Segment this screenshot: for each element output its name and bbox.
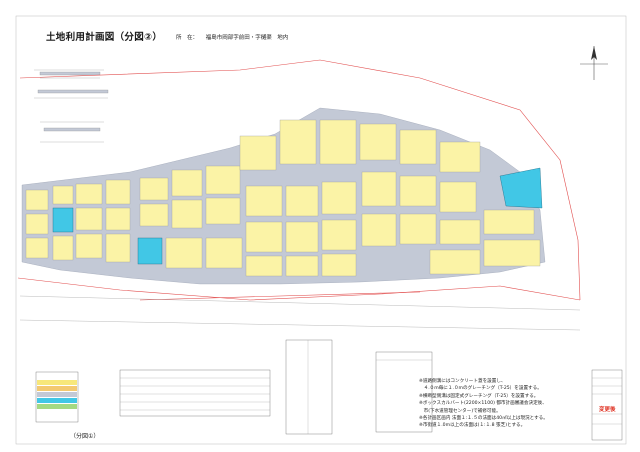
construction-notes: ※道路側溝にはコンクリート蓋を設置し、 ４.０m毎に１.０mのグレーチング（T-… [419, 378, 579, 430]
lot-list-table [285, 339, 333, 435]
drawing-title: 土地利用計画図（分図②） [46, 32, 163, 43]
road-cross-section-1 [34, 69, 109, 99]
revision-stamp: 変更後 [599, 407, 616, 413]
area-table-left [35, 371, 79, 423]
park-central [137, 237, 163, 265]
area-summary-table [119, 369, 271, 417]
note-line: ※ボックスカルバート(2200×1100) 都市計画審議会決定後、 [419, 401, 547, 407]
park-west [52, 207, 74, 233]
road-cross-section-2 [40, 121, 104, 143]
lot-blocks-west [25, 179, 131, 263]
location-label: 所 在： [176, 35, 199, 41]
note-line: ※横断型側溝は固定式グレーチング（T-25）を設置する。 [419, 393, 539, 399]
sheet-subtitle: （分図①） [70, 433, 100, 440]
lower-road-line [19, 295, 581, 311]
location: 所 在： 福島市岡部字前田・字樋渠 地内 [176, 33, 288, 41]
note-line: 市(下水道管理センター)で補修可能。 [419, 408, 501, 414]
note-line: ４.０m毎に１.０mのグレーチング（T-25）を設置する。 [419, 386, 542, 392]
lower-road-line-2 [19, 319, 581, 331]
note-line: ※道路側溝にはコンクリート蓋を設置し、 [419, 379, 506, 384]
north-arrow-icon [580, 46, 608, 80]
note-line: ※市街道１.0m以上の法面は(１:１.8 張芝)とする。 [419, 423, 526, 429]
location-value: 福島市岡部字前田・字樋渠 地内 [205, 35, 289, 41]
drawing-sheet: 土地利用計画図（分図②） 所 在： 福島市岡部字前田・字樋渠 地内 ※道路側溝に… [0, 0, 640, 452]
note-line: ※各計画区画内 法面１:１.５の法面は40㎡以上は現況とする。 [419, 416, 548, 422]
